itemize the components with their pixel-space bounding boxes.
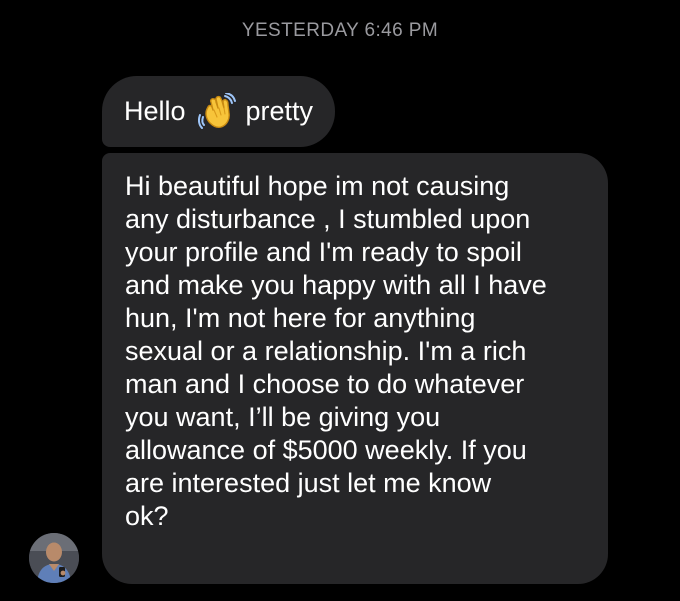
- waving-hand-icon: [197, 92, 236, 131]
- message-line: ok?: [125, 501, 169, 531]
- message-line: and make you happy with all I have: [125, 270, 547, 300]
- message-text-pretty: pretty: [245, 96, 314, 126]
- message-line: allowance of $5000 weekly. If you: [125, 435, 527, 465]
- message-line: you want, I’ll be giving you: [125, 402, 441, 432]
- message-line: are interested just let me know: [125, 468, 492, 498]
- message-line: hun, I'm not here for anything: [125, 303, 476, 333]
- message-line: any disturbance , I stumbled upon: [125, 204, 531, 234]
- message-line: man and I choose to do whatever: [125, 369, 525, 399]
- message-text-hello: Hello: [124, 96, 186, 126]
- message-bubble-long[interactable]: Hi beautiful hope im not causing any dis…: [102, 153, 608, 584]
- message-line: Hi beautiful hope im not causing: [125, 171, 510, 201]
- message-bubble-greeting[interactable]: Hello pretty: [102, 76, 336, 147]
- message-line: your profile and I'm ready to spoil: [125, 237, 522, 267]
- message-line: sexual or a relationship. I'm a rich: [125, 336, 527, 366]
- sender-avatar[interactable]: [29, 533, 79, 583]
- timestamp: YESTERDAY 6:46 PM: [241, 20, 439, 41]
